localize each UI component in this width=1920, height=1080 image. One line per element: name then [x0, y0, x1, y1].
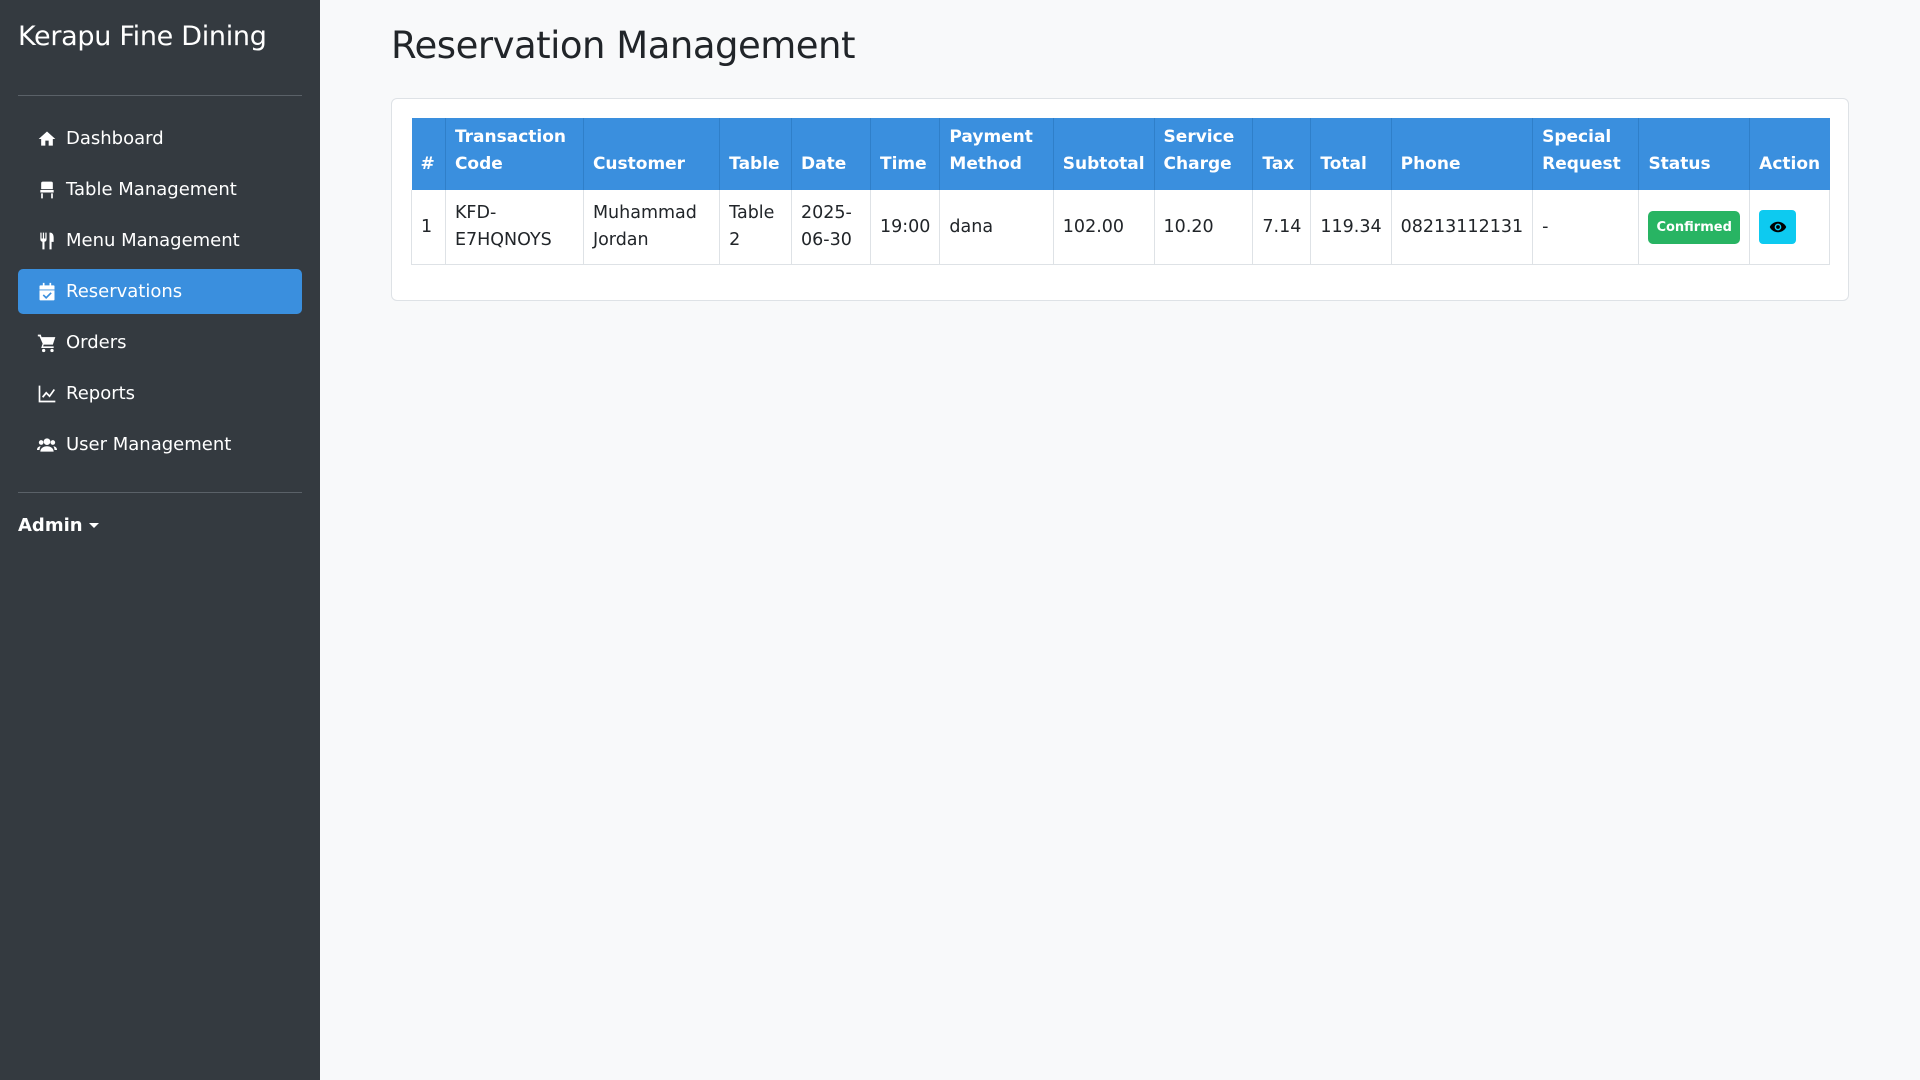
sidebar-item-label: Reports: [66, 383, 136, 404]
calendar-check-icon: [36, 281, 58, 303]
column-header-number: #: [411, 118, 446, 190]
column-header-transaction-code: Transaction Code: [445, 118, 584, 190]
sidebar-item-user-management[interactable]: User Management: [18, 422, 302, 467]
sidebar-item-label: Reservations: [66, 281, 183, 302]
eye-icon: [1769, 218, 1787, 236]
column-header-special-request: Special Request: [1532, 118, 1640, 190]
column-header-table: Table: [719, 118, 793, 190]
cell-subtotal: 102.00: [1052, 190, 1155, 265]
users-icon: [36, 434, 58, 456]
sidebar-item-label: Dashboard: [66, 128, 164, 149]
caret-down-icon: [88, 523, 99, 528]
cell-action: [1749, 190, 1830, 265]
column-header-service-charge: Service Charge: [1154, 118, 1254, 190]
status-badge: Confirmed: [1648, 210, 1740, 244]
sidebar-item-reservations[interactable]: Reservations: [18, 269, 302, 314]
column-header-payment-method: Payment Method: [939, 118, 1054, 190]
table-header-row: # Transaction Code Customer Table Date T…: [411, 118, 1830, 190]
admin-dropdown[interactable]: Admin: [18, 515, 99, 536]
sidebar-item-menu-management[interactable]: Menu Management: [18, 218, 302, 263]
column-header-status: Status: [1638, 118, 1751, 190]
cell-time: 19:00: [869, 190, 941, 265]
cell-table: Table 2: [719, 190, 793, 265]
chair-icon: [36, 179, 58, 201]
column-header-date: Date: [791, 118, 871, 190]
table-row: 1 KFD-E7HQNOYS Muhammad Jordan Table 2 2…: [411, 190, 1830, 265]
utensils-icon: [36, 230, 58, 252]
cell-service-charge: 10.20: [1153, 190, 1254, 265]
cell-customer: Muhammad Jordan: [582, 190, 721, 265]
sidebar-divider: [18, 95, 302, 96]
sidebar: Kerapu Fine Dining Dashboard Table Manag…: [0, 0, 320, 1080]
page-title: Reservation Management: [391, 24, 856, 67]
cell-special-request: -: [1532, 190, 1640, 265]
cell-number: 1: [411, 190, 446, 265]
home-icon: [36, 128, 58, 150]
cell-status: Confirmed: [1638, 190, 1751, 265]
sidebar-item-dashboard[interactable]: Dashboard: [18, 116, 302, 161]
column-header-phone: Phone: [1391, 118, 1534, 190]
sidebar-divider: [18, 492, 302, 493]
cell-date: 2025-06-30: [791, 190, 871, 265]
cart-icon: [36, 332, 58, 354]
sidebar-item-label: Table Management: [66, 179, 237, 200]
line-chart-icon: [36, 383, 58, 405]
sidebar-item-orders[interactable]: Orders: [18, 320, 302, 365]
column-header-tax: Tax: [1252, 118, 1312, 190]
column-header-total: Total: [1310, 118, 1392, 190]
sidebar-item-label: User Management: [66, 434, 232, 455]
sidebar-item-table-management[interactable]: Table Management: [18, 167, 302, 212]
view-button[interactable]: [1759, 209, 1797, 244]
sidebar-item-label: Orders: [66, 332, 127, 353]
cell-tax: 7.14: [1252, 190, 1312, 265]
cell-total: 119.34: [1310, 190, 1392, 265]
cell-transaction-code: KFD-E7HQNOYS: [444, 190, 584, 265]
cell-payment-method: dana: [939, 190, 1054, 265]
main-content: Reservation Management # Transaction Cod…: [320, 0, 1920, 1080]
sidebar-nav: Dashboard Table Management Menu Manageme…: [18, 116, 302, 467]
reservations-table: # Transaction Code Customer Table Date T…: [411, 118, 1830, 265]
cell-phone: 08213112131: [1390, 190, 1534, 265]
admin-label: Admin: [18, 515, 83, 536]
column-header-customer: Customer: [583, 118, 721, 190]
sidebar-item-reports[interactable]: Reports: [18, 371, 302, 416]
sidebar-item-label: Menu Management: [66, 230, 240, 251]
reservations-card: # Transaction Code Customer Table Date T…: [391, 98, 1849, 301]
column-header-time: Time: [870, 118, 941, 190]
brand-title[interactable]: Kerapu Fine Dining: [18, 18, 302, 76]
column-header-subtotal: Subtotal: [1053, 118, 1155, 190]
column-header-action: Action: [1749, 118, 1830, 190]
